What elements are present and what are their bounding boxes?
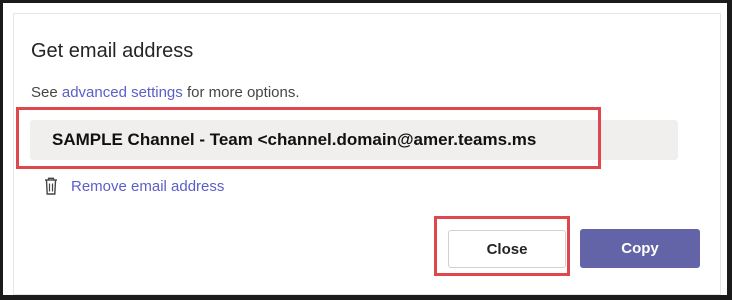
email-address-text[interactable]: SAMPLE Channel - Team <channel.domain@am… <box>52 130 536 150</box>
remove-email-address-label: Remove email address <box>71 177 225 195</box>
subtitle-suffix: for more options. <box>182 84 300 101</box>
close-button[interactable]: Close <box>448 230 566 268</box>
trash-icon <box>42 176 60 196</box>
dialog-subtitle: See advanced settings for more options. <box>31 84 300 101</box>
subtitle-prefix: See <box>31 84 62 101</box>
copy-button[interactable]: Copy <box>580 229 700 268</box>
dialog-title: Get email address <box>31 40 194 62</box>
advanced-settings-link[interactable]: advanced settings <box>62 84 183 101</box>
remove-email-address-button[interactable]: Remove email address <box>42 174 224 198</box>
